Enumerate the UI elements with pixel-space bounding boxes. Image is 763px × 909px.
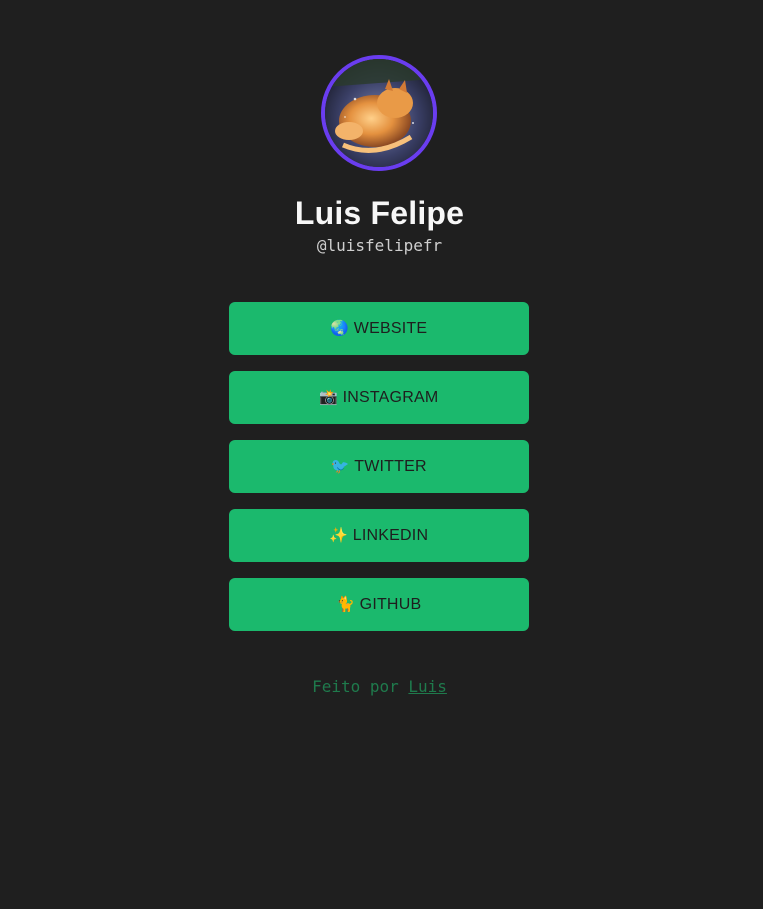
website-label: WEBSITE [353, 319, 428, 337]
instagram-button[interactable]: 📸 INSTAGRAM [229, 371, 529, 424]
twitter-button[interactable]: 🐦 TWITTER [229, 440, 529, 493]
globe-icon: 🌏 [330, 319, 350, 337]
camera-icon: 📸 [319, 388, 339, 406]
profile-name: Luis Felipe [294, 195, 465, 231]
profile-handle: @luisfelipefr [316, 236, 443, 255]
avatar [321, 55, 437, 171]
footer-author-link[interactable]: Luis [408, 677, 447, 696]
bird-icon: 🐦 [330, 457, 350, 475]
instagram-label: INSTAGRAM [342, 388, 439, 406]
sparkles-icon: ✨ [329, 526, 349, 544]
github-button[interactable]: 🐈 GITHUB [229, 578, 529, 631]
footer-text: Feito por [312, 677, 399, 696]
avatar-cat-image [325, 59, 433, 167]
link-list: 🌏 WEBSITE 📸 INSTAGRAM 🐦 TWITTER ✨ LINKED… [229, 302, 529, 647]
linkedin-label: LINKEDIN [352, 526, 429, 544]
cat-icon: 🐈 [336, 595, 356, 613]
linkedin-button[interactable]: ✨ LINKEDIN [229, 509, 529, 562]
profile-page: Luis Felipe @luisfelipefr 🌏 WEBSITE 📸 IN… [0, 0, 763, 909]
footer: Feito por Luis [0, 677, 759, 697]
github-label: GITHUB [359, 595, 422, 613]
website-button[interactable]: 🌏 WEBSITE [229, 302, 529, 355]
twitter-label: TWITTER [354, 457, 427, 475]
